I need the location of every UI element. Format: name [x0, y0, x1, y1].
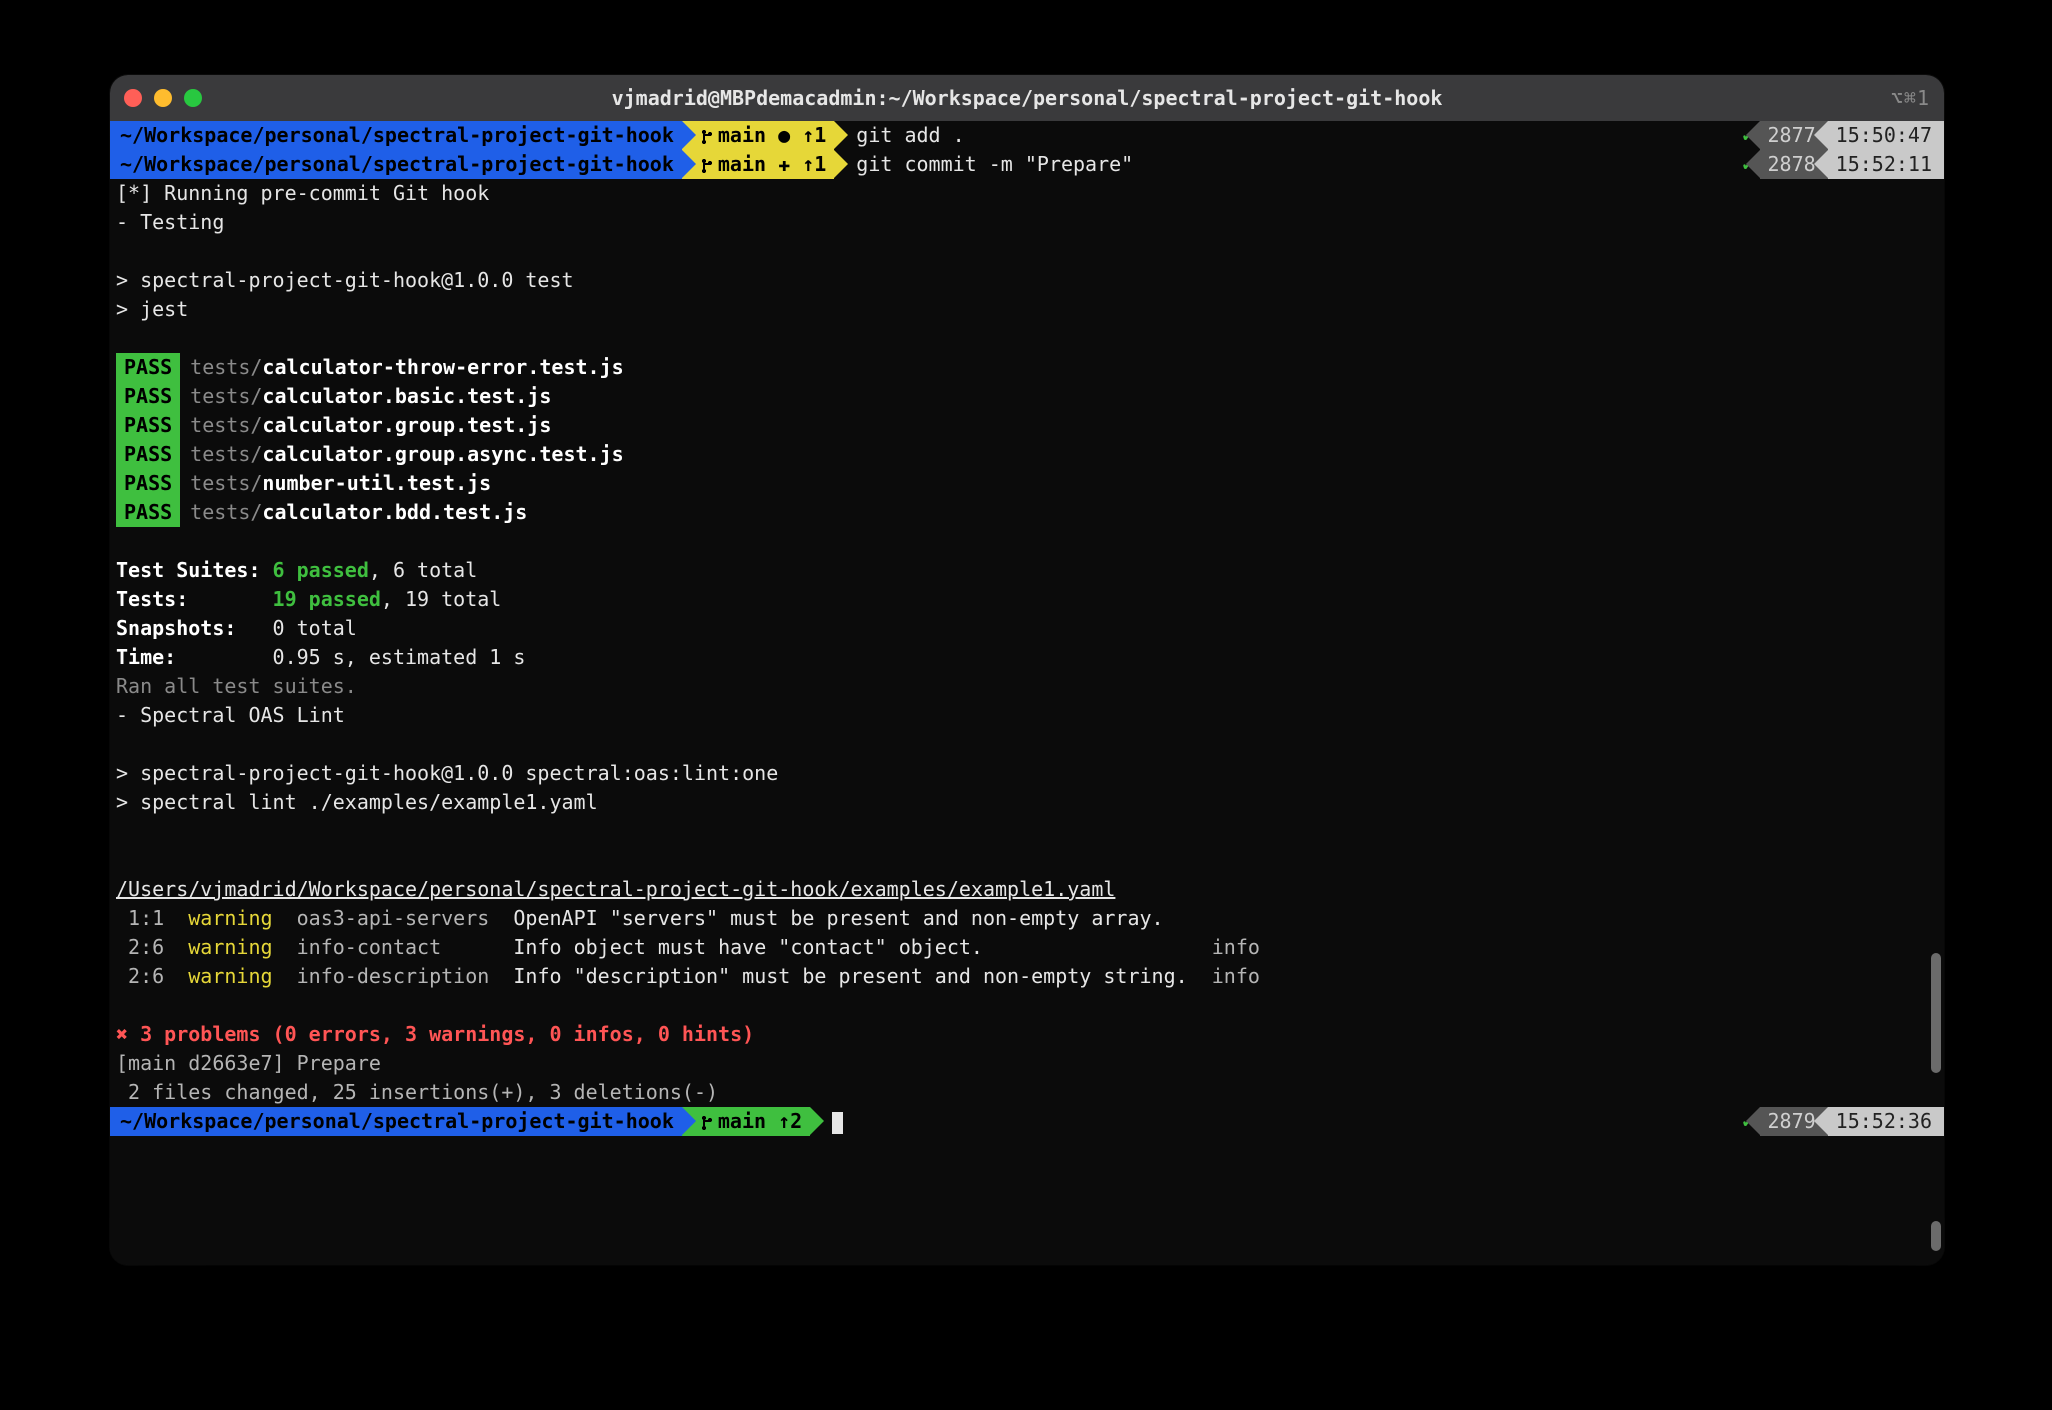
- lint-severity: warning: [188, 906, 272, 930]
- maximize-icon[interactable]: [184, 89, 202, 107]
- prompt-branch-segment: main ✚ ↑1: [682, 150, 834, 179]
- test-dir: tests/: [190, 413, 262, 437]
- test-file: calculator-throw-error.test.js: [262, 355, 623, 379]
- lint-row: 2:6 warning info-description Info "descr…: [110, 962, 1944, 991]
- lint-path: info: [1188, 935, 1260, 959]
- output-line: [110, 324, 1944, 353]
- test-file: calculator.group.test.js: [262, 413, 551, 437]
- summary-line: Time: 0.95 s, estimated 1 s: [110, 643, 1944, 672]
- scrollbar-thumb[interactable]: [1931, 1221, 1941, 1251]
- lint-file-path: /Users/vjmadrid/Workspace/personal/spect…: [110, 875, 1944, 904]
- timestamp: 15:50:47: [1828, 121, 1944, 150]
- lint-severity: warning: [188, 964, 272, 988]
- prompt-branch-segment: main ● ↑1: [682, 121, 834, 150]
- lint-loc: 1:1: [116, 906, 188, 930]
- terminal-body[interactable]: ~/Workspace/personal/spectral-project-gi…: [110, 121, 1944, 1265]
- test-result-line: PASS tests/calculator.group.async.test.js: [110, 440, 1944, 469]
- output-line: [110, 730, 1944, 759]
- output-line: - Testing: [110, 208, 1944, 237]
- prompt-path-segment: ~/Workspace/personal/spectral-project-gi…: [110, 1107, 682, 1136]
- lint-rule: oas3-api-servers: [273, 906, 514, 930]
- lint-loc: 2:6: [116, 964, 188, 988]
- test-dir: tests/: [190, 355, 262, 379]
- prompt-right-cluster: ✔ 2877 15:50:47: [1743, 121, 1944, 150]
- test-result-line: PASS tests/number-util.test.js: [110, 469, 1944, 498]
- test-dir: tests/: [190, 384, 262, 408]
- output-line: [110, 817, 1944, 846]
- git-branch-icon: [702, 150, 718, 179]
- pane-shortcut-label: ⌥⌘1: [1891, 86, 1930, 110]
- test-result-line: PASS tests/calculator.bdd.test.js: [110, 498, 1944, 527]
- lint-path: info: [1188, 964, 1260, 988]
- lint-row: 1:1 warning oas3-api-servers OpenAPI "se…: [110, 904, 1944, 933]
- summary-line: Test Suites: 6 passed, 6 total: [110, 556, 1944, 585]
- prompt-right-cluster: ✔ 2878 15:52:11: [1743, 150, 1944, 179]
- lint-row: 2:6 warning info-contact Info object mus…: [110, 933, 1944, 962]
- lint-loc: 2:6: [116, 935, 188, 959]
- summary-line: Ran all test suites.: [110, 672, 1944, 701]
- terminal-window: vjmadrid@MBPdemacadmin:~/Workspace/perso…: [110, 75, 1944, 1265]
- output-line: [110, 991, 1944, 1020]
- output-line: [main d2663e7] Prepare: [110, 1049, 1944, 1078]
- output-line: 2 files changed, 25 insertions(+), 3 del…: [110, 1078, 1944, 1107]
- timestamp: 15:52:11: [1828, 150, 1944, 179]
- prompt-row: ~/Workspace/personal/spectral-project-gi…: [110, 1107, 1944, 1136]
- test-result-line: PASS tests/calculator-throw-error.test.js: [110, 353, 1944, 382]
- prompt-branch-segment: main ↑2: [682, 1107, 810, 1136]
- titlebar: vjmadrid@MBPdemacadmin:~/Workspace/perso…: [110, 75, 1944, 121]
- close-icon[interactable]: [124, 89, 142, 107]
- pass-badge: PASS: [116, 498, 180, 527]
- command-text: git commit -m "Prepare": [834, 150, 1133, 179]
- output-line: > spectral-project-git-hook@1.0.0 test: [110, 266, 1944, 295]
- output-line: [110, 237, 1944, 266]
- lint-rule: info-contact: [273, 935, 514, 959]
- output-line: - Spectral OAS Lint: [110, 701, 1944, 730]
- test-dir: tests/: [190, 442, 262, 466]
- test-file: calculator.group.async.test.js: [262, 442, 623, 466]
- window-title: vjmadrid@MBPdemacadmin:~/Workspace/perso…: [110, 86, 1944, 110]
- prompt-row: ~/Workspace/personal/spectral-project-gi…: [110, 121, 1944, 150]
- pass-badge: PASS: [116, 382, 180, 411]
- output-line: [110, 527, 1944, 556]
- lint-message: Info "description" must be present and n…: [513, 964, 1187, 988]
- lint-severity: warning: [188, 935, 272, 959]
- minimize-icon[interactable]: [154, 89, 172, 107]
- test-file: calculator.basic.test.js: [262, 384, 551, 408]
- test-file: calculator.bdd.test.js: [262, 500, 527, 524]
- command-text: git add .: [834, 121, 964, 150]
- test-file: number-util.test.js: [262, 471, 491, 495]
- output-line: > jest: [110, 295, 1944, 324]
- prompt-path-segment: ~/Workspace/personal/spectral-project-gi…: [110, 150, 682, 179]
- test-dir: tests/: [190, 500, 262, 524]
- pass-badge: PASS: [116, 469, 180, 498]
- lint-message: OpenAPI "servers" must be present and no…: [513, 906, 1163, 930]
- lint-rule: info-description: [273, 964, 514, 988]
- test-dir: tests/: [190, 471, 262, 495]
- test-result-line: PASS tests/calculator.basic.test.js: [110, 382, 1944, 411]
- prompt-path-segment: ~/Workspace/personal/spectral-project-gi…: [110, 121, 682, 150]
- prompt-right-cluster: ✔ 2879 15:52:36: [1743, 1107, 1944, 1136]
- summary-line: Snapshots: 0 total: [110, 614, 1944, 643]
- traffic-lights: [124, 89, 202, 107]
- lint-summary: ✖ 3 problems (0 errors, 3 warnings, 0 in…: [110, 1020, 1944, 1049]
- git-branch-icon: [702, 1107, 718, 1136]
- timestamp: 15:52:36: [1828, 1107, 1944, 1136]
- test-result-line: PASS tests/calculator.group.test.js: [110, 411, 1944, 440]
- output-line: > spectral lint ./examples/example1.yaml: [110, 788, 1944, 817]
- git-branch-icon: [702, 121, 718, 150]
- output-line: [*] Running pre-commit Git hook: [110, 179, 1944, 208]
- pass-badge: PASS: [116, 353, 180, 382]
- cursor-icon: [832, 1112, 843, 1134]
- scrollbar-thumb[interactable]: [1931, 953, 1941, 1073]
- output-line: > spectral-project-git-hook@1.0.0 spectr…: [110, 759, 1944, 788]
- summary-line: Tests: 19 passed, 19 total: [110, 585, 1944, 614]
- prompt-row: ~/Workspace/personal/spectral-project-gi…: [110, 150, 1944, 179]
- output-line: [110, 846, 1944, 875]
- pass-badge: PASS: [116, 440, 180, 469]
- pass-badge: PASS: [116, 411, 180, 440]
- lint-message: Info object must have "contact" object.: [513, 935, 1187, 959]
